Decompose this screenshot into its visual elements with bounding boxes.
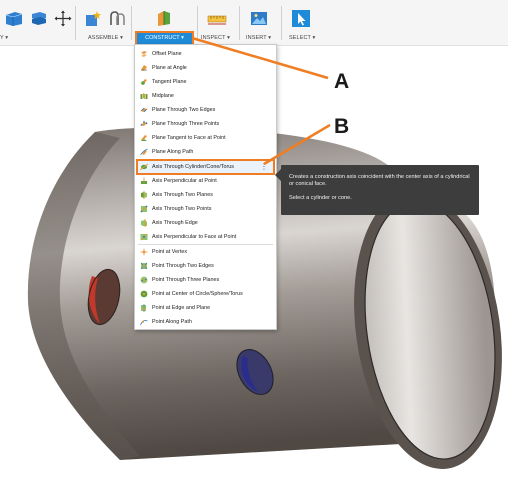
menu-item-axis-edge[interactable]: Axis Through Edge xyxy=(137,216,274,230)
menu-item-point-center[interactable]: Point at Center of Circle/Sphere/Torus xyxy=(137,287,274,301)
menu-item-plane-tangent-face[interactable]: Plane Tangent to Face at Point xyxy=(137,131,274,145)
plane-at-angle-icon xyxy=(141,65,147,71)
menu-item-point-along-path[interactable]: Point Along Path xyxy=(137,315,274,329)
move-icon[interactable] xyxy=(54,10,72,27)
stack-icon[interactable] xyxy=(30,10,48,27)
construct-plane-icon[interactable] xyxy=(155,10,173,27)
insert-image-icon[interactable] xyxy=(250,10,268,27)
toolbar-partial-label[interactable]: Y ▾ xyxy=(0,35,8,41)
midplane-icon xyxy=(140,93,148,99)
menu-item-label: Plane at Angle xyxy=(152,65,187,71)
menu-item-point-edge-plane[interactable]: Point at Edge and Plane xyxy=(137,301,274,315)
axis-edge-icon xyxy=(141,219,147,227)
menu-item-label: Axis Through Two Points xyxy=(152,206,212,212)
plane-tangent-face-icon xyxy=(141,135,147,141)
toolbar-separator xyxy=(239,6,240,40)
axis-two-planes-icon xyxy=(141,191,147,199)
measure-icon[interactable] xyxy=(207,10,227,27)
axis-perp-face-icon xyxy=(140,233,148,241)
tooltip: Creates a construction axis coincident w… xyxy=(275,165,479,215)
menu-item-label: Point Through Three Planes xyxy=(152,277,220,283)
menu-item-label: Point at Vertex xyxy=(152,249,188,255)
point-three-planes-icon xyxy=(140,276,148,284)
menu-item-axis-through-cylinder[interactable]: Axis Through Cylinder/Cone/Torus ⋮ xyxy=(136,159,275,175)
select-menu-label[interactable]: SELECT ▾ xyxy=(289,35,315,41)
plane-two-edges-icon xyxy=(140,107,148,113)
axis-cylinder-icon xyxy=(140,163,148,171)
construct-dropdown-menu: Offset Plane Plane at Angle Tangent Plan… xyxy=(134,44,277,330)
menu-item-label: Plane Through Three Points xyxy=(152,121,220,127)
toolbar-separator xyxy=(197,6,198,40)
point-along-path-icon xyxy=(140,320,148,326)
menu-item-point-vertex[interactable]: Point at Vertex xyxy=(137,245,274,259)
toolbar: Y ▾ ASSEMBLE ▾ CONSTRUCT ▾ INSPECT ▾ INS… xyxy=(0,0,508,46)
menu-item-label: Tangent Plane xyxy=(152,79,187,85)
joint-icon[interactable] xyxy=(108,10,126,27)
menu-item-point-three-planes[interactable]: Point Through Three Planes xyxy=(137,273,274,287)
menu-item-midplane[interactable]: Midplane xyxy=(137,89,274,103)
menu-item-axis-two-planes[interactable]: Axis Through Two Planes xyxy=(137,188,274,202)
menu-item-tangent-plane[interactable]: Tangent Plane xyxy=(137,75,274,89)
point-edge-plane-icon xyxy=(141,304,146,312)
menu-item-label: Axis Perpendicular to Face at Point xyxy=(152,234,237,240)
menu-item-point-two-edges[interactable]: Point Through Two Edges xyxy=(137,259,274,273)
toolbar-separator xyxy=(281,6,282,40)
assemble-menu-label[interactable]: ASSEMBLE ▾ xyxy=(88,35,123,41)
menu-item-label: Point Through Two Edges xyxy=(152,263,214,269)
select-cursor-icon[interactable] xyxy=(292,10,310,27)
menu-item-label: Axis Through Two Planes xyxy=(152,192,213,198)
toolbar-separator xyxy=(75,6,76,40)
menu-item-label: Plane Along Path xyxy=(152,149,194,155)
callout-b-label: B xyxy=(334,115,350,138)
point-two-edges-icon xyxy=(140,262,148,270)
toolbar-separator xyxy=(131,6,132,40)
menu-item-offset-plane[interactable]: Offset Plane xyxy=(137,47,274,61)
offset-plane-icon xyxy=(141,51,147,57)
menu-item-axis-two-points[interactable]: Axis Through Two Points xyxy=(137,202,274,216)
point-center-icon xyxy=(140,290,148,298)
axis-perp-point-icon xyxy=(141,177,147,184)
inspect-menu-label[interactable]: INSPECT ▾ xyxy=(201,35,230,41)
menu-item-label: Offset Plane xyxy=(152,51,182,57)
menu-item-label: Point at Edge and Plane xyxy=(152,305,211,311)
axis-two-points-icon xyxy=(140,205,148,213)
menu-item-label: Axis Through Edge xyxy=(152,220,198,226)
more-options-icon[interactable]: ⋮ xyxy=(260,162,268,171)
callout-a-label: A xyxy=(334,70,350,93)
menu-item-label: Point Along Path xyxy=(152,319,192,325)
insert-menu-label[interactable]: INSERT ▾ xyxy=(246,35,271,41)
construct-menu-button[interactable]: CONSTRUCT ▾ xyxy=(135,31,194,46)
tangent-plane-icon xyxy=(141,79,147,85)
menu-item-plane-at-angle[interactable]: Plane at Angle xyxy=(137,61,274,75)
tooltip-description: Creates a construction axis coincident w… xyxy=(289,174,470,188)
menu-item-plane-three-points[interactable]: Plane Through Three Points xyxy=(137,117,274,131)
plane-three-points-icon xyxy=(140,121,148,126)
menu-item-label: Axis Through Cylinder/Cone/Torus xyxy=(152,164,234,170)
plane-along-path-icon xyxy=(140,148,148,156)
menu-item-axis-perp-point[interactable]: Axis Perpendicular at Point xyxy=(137,174,274,188)
menu-item-label: Axis Perpendicular at Point xyxy=(152,178,217,184)
menu-item-plane-along-path[interactable]: Plane Along Path xyxy=(137,145,274,159)
menu-item-label: Plane Through Two Edges xyxy=(152,107,216,113)
new-component-icon[interactable] xyxy=(84,10,102,27)
menu-item-label: Plane Tangent to Face at Point xyxy=(152,135,226,141)
box-icon[interactable] xyxy=(4,10,23,27)
menu-item-plane-two-edges[interactable]: Plane Through Two Edges xyxy=(137,103,274,117)
point-vertex-icon xyxy=(140,248,148,256)
tooltip-instruction: Select a cylinder or cone. xyxy=(289,195,352,202)
menu-item-label: Midplane xyxy=(152,93,174,99)
menu-item-label: Point at Center of Circle/Sphere/Torus xyxy=(152,291,243,297)
menu-item-axis-perp-face[interactable]: Axis Perpendicular to Face at Point xyxy=(137,230,274,244)
